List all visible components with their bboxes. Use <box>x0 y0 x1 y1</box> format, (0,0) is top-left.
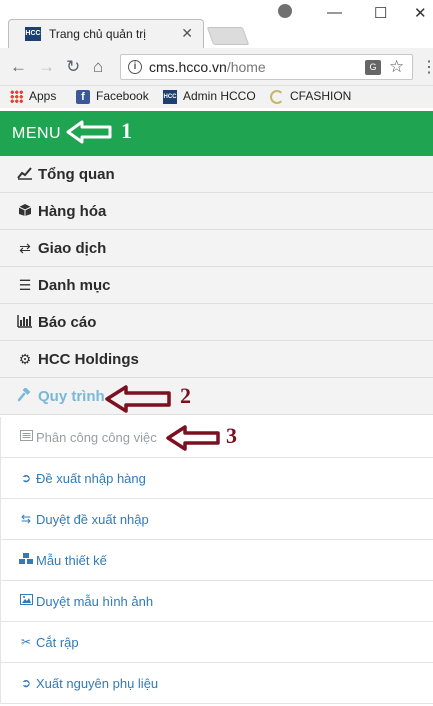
annotation-arrow-2 <box>105 385 171 413</box>
submenu-item-label: Đề xuất nhập hàng <box>36 471 146 486</box>
sub-menu-quy-trinh: Phân công công việc ➲ Đề xuất nhập hàng … <box>0 417 433 704</box>
retweet-icon: ⇆ <box>20 512 32 526</box>
menu-item-bao-cao[interactable]: Báo cáo <box>0 304 433 341</box>
new-tab-button[interactable] <box>206 27 250 45</box>
menu-header[interactable]: MENU <box>0 111 433 156</box>
image-icon <box>18 594 34 608</box>
line-chart-icon <box>16 166 34 183</box>
menu-item-hcc-holdings[interactable]: ⚙ HCC Holdings <box>0 341 433 378</box>
cogs-icon: ⚙ <box>18 351 32 367</box>
submenu-item-xuat-nguyen-phu-lieu[interactable]: ➲ Xuất nguyên phụ liệu <box>0 663 433 704</box>
info-icon[interactable]: i <box>128 60 142 74</box>
sign-out-icon: ➲ <box>20 676 32 690</box>
submenu-item-cat-rap[interactable]: ✂ Cắt rập <box>0 622 433 663</box>
list-alt-icon <box>18 430 34 444</box>
tab-title: Trang chủ quản trị <box>49 27 146 41</box>
cube-icon <box>16 203 34 220</box>
main-menu: Tổng quan Hàng hóa ⇄ Giao dịch ☰ Danh mụ… <box>0 156 433 415</box>
submenu-item-duyet-mau-hinh-anh[interactable]: Duyệt mẫu hình ảnh <box>0 581 433 622</box>
facebook-icon: f <box>76 89 90 104</box>
bookmark-admin-hcco[interactable]: HCC Admin HCCO <box>163 89 256 104</box>
bookmark-facebook[interactable]: f Facebook <box>76 89 149 104</box>
submenu-item-label: Mẫu thiết kế <box>36 553 107 568</box>
bar-chart-icon <box>16 314 34 331</box>
submenu-item-label: Cắt rập <box>36 635 79 650</box>
bookmark-cfashion[interactable]: CFASHION <box>270 89 351 104</box>
sign-in-icon: ➲ <box>20 471 32 485</box>
home-icon[interactable]: ⌂ <box>93 57 103 77</box>
url-text[interactable]: cms.hcco.vn/home <box>149 59 266 75</box>
url-path: /home <box>226 59 266 75</box>
browser-menu-icon[interactable]: ⋮ <box>421 57 433 77</box>
submenu-item-de-xuat-nhap-hang[interactable]: ➲ Đề xuất nhập hàng <box>0 458 433 499</box>
tab-close-icon[interactable]: ✕ <box>181 25 193 42</box>
cfashion-icon <box>270 89 284 104</box>
forward-icon[interactable]: → <box>38 57 55 77</box>
menu-item-label: Giao dịch <box>38 240 107 257</box>
menu-item-label: Hàng hóa <box>38 203 107 220</box>
submenu-item-label: Xuất nguyên phụ liệu <box>36 676 159 691</box>
menu-item-label: Danh mục <box>38 277 111 294</box>
browser-toolbar: ← → ↻ ⌂ i cms.hcco.vn/home G ☆ ⋮ <box>0 48 433 86</box>
annotation-number-3: 3 <box>226 423 237 448</box>
menu-header-label: MENU <box>12 125 62 142</box>
submenu-item-label: Duyệt mẫu hình ảnh <box>36 594 154 609</box>
menu-item-label: Quy trình <box>38 388 105 405</box>
menu-item-label: Tổng quan <box>38 166 115 183</box>
bookmark-apps[interactable]: Apps <box>10 89 57 104</box>
annotation-number-1: 1 <box>121 118 132 143</box>
maximize-icon[interactable]: ☐ <box>374 4 387 22</box>
menu-item-tong-quan[interactable]: Tổng quan <box>0 156 433 193</box>
bookmark-label: CFASHION <box>290 89 352 103</box>
submenu-item-label: Phân công công việc <box>36 430 157 445</box>
menu-item-danh-muc[interactable]: ☰ Danh mục <box>0 267 433 304</box>
bookmarks-bar: Apps f Facebook HCC Admin HCCO CFASHION <box>0 86 433 108</box>
hcc-favicon-icon: HCC <box>25 27 41 41</box>
scissors-icon: ✂ <box>20 635 32 649</box>
close-window-icon[interactable]: ✕ <box>414 4 427 22</box>
bookmark-label: Admin HCCO <box>183 89 256 103</box>
browser-tab[interactable]: HCC Trang chủ quản trị ✕ <box>8 19 204 48</box>
translate-icon[interactable]: G <box>365 60 381 75</box>
annotation-arrow-1 <box>66 120 112 144</box>
submenu-item-duyet-de-xuat-nhap[interactable]: ⇆ Duyệt đề xuất nhập <box>0 499 433 540</box>
menu-item-hang-hoa[interactable]: Hàng hóa <box>0 193 433 230</box>
menu-item-label: Báo cáo <box>38 314 97 331</box>
annotation-number-2: 2 <box>180 383 191 408</box>
bookmark-star-icon[interactable]: ☆ <box>389 57 404 77</box>
menu-item-quy-trinh[interactable]: Quy trình <box>0 378 433 415</box>
reload-icon[interactable]: ↻ <box>66 57 80 77</box>
apps-grid-icon <box>10 90 23 104</box>
submenu-item-label: Duyệt đề xuất nhập <box>36 512 149 527</box>
bookmark-label: Apps <box>29 89 57 103</box>
menu-item-label: HCC Holdings <box>38 351 139 368</box>
browser-titlebar: HCC Trang chủ quản trị ✕ — ☐ ✕ <box>0 0 433 48</box>
profile-icon[interactable] <box>278 4 292 18</box>
back-icon[interactable]: ← <box>10 57 27 77</box>
minimize-icon[interactable]: — <box>327 4 342 21</box>
submenu-item-mau-thiet-ke[interactable]: Mẫu thiết kế <box>0 540 433 581</box>
menu-item-giao-dich[interactable]: ⇄ Giao dịch <box>0 230 433 267</box>
address-bar[interactable]: i cms.hcco.vn/home G ☆ <box>120 54 413 80</box>
exchange-icon: ⇄ <box>19 240 31 256</box>
gavel-icon <box>16 387 34 405</box>
annotation-arrow-3 <box>166 425 220 451</box>
cubes-icon <box>18 553 34 568</box>
bookmark-label: Facebook <box>96 89 149 103</box>
hcc-logo-icon: HCC <box>163 89 177 104</box>
url-domain: cms.hcco.vn <box>149 59 227 75</box>
list-icon: ☰ <box>18 277 32 293</box>
